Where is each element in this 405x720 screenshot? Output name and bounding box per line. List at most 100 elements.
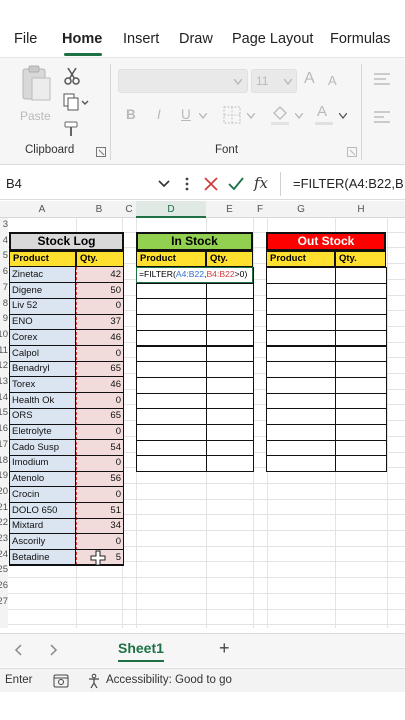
row-header-10[interactable]: 10 — [0, 329, 8, 340]
product-cell[interactable]: Imodium — [9, 456, 76, 470]
out-stock-qty-cell[interactable] — [335, 267, 387, 284]
qty-cell[interactable]: 0 — [76, 394, 124, 408]
in-stock-qty-cell[interactable] — [206, 408, 254, 425]
out-stock-product-cell[interactable] — [266, 329, 336, 347]
product-cell[interactable]: ORS — [9, 409, 76, 423]
out-stock-qty-cell[interactable] — [335, 282, 387, 300]
qty-cell[interactable]: 54 — [76, 441, 124, 455]
qty-cell[interactable]: 65 — [76, 409, 124, 423]
out-stock-product-cell[interactable] — [266, 267, 336, 284]
font-name-dropdown[interactable] — [118, 69, 248, 93]
in-stock-qty-cell[interactable] — [206, 282, 254, 300]
grow-font-button[interactable]: A — [304, 70, 315, 88]
column-header-f[interactable]: F — [253, 201, 267, 218]
bold-button[interactable]: B — [126, 107, 136, 122]
out-stock-qty-cell[interactable] — [335, 439, 387, 457]
qty-cell[interactable]: 34 — [76, 519, 124, 533]
row-header-5[interactable]: 5 — [0, 250, 8, 261]
out-stock-qty-cell[interactable] — [335, 345, 387, 363]
product-cell[interactable]: Corex — [9, 331, 76, 345]
add-sheet-button[interactable]: + — [219, 638, 230, 659]
font-launcher-icon[interactable] — [347, 147, 357, 157]
out-stock-product-cell[interactable] — [266, 424, 336, 441]
row-header-3[interactable]: 3 — [0, 219, 8, 230]
row-header-26[interactable]: 26 — [0, 580, 8, 591]
cancel-icon[interactable] — [203, 176, 219, 192]
out-stock-qty-cell[interactable] — [335, 392, 387, 410]
in-stock-qty-cell[interactable] — [206, 361, 254, 378]
row-header-6[interactable]: 6 — [0, 266, 8, 277]
in-stock-qty-cell[interactable] — [206, 424, 254, 441]
qty-cell[interactable]: 46 — [76, 331, 124, 345]
out-stock-product-cell[interactable] — [266, 282, 336, 300]
copy-icon[interactable] — [63, 93, 89, 111]
clipboard-launcher-icon[interactable] — [96, 147, 106, 157]
qty-cell[interactable]: 0 — [76, 299, 124, 313]
column-header-d[interactable]: D — [136, 201, 206, 218]
column-header-c[interactable]: C — [122, 201, 136, 218]
out-stock-qty-cell[interactable] — [335, 376, 387, 394]
product-cell[interactable]: Atenolo — [9, 472, 76, 486]
row-header-21[interactable]: 21 — [0, 502, 8, 513]
out-stock-qty-cell[interactable] — [335, 329, 387, 347]
in-stock-qty-cell[interactable] — [206, 329, 254, 347]
cut-icon[interactable] — [63, 66, 81, 86]
product-cell[interactable]: Torex — [9, 378, 76, 392]
qty-cell[interactable]: 50 — [76, 284, 124, 298]
in-stock-product-cell[interactable] — [136, 439, 207, 457]
align-top-icon[interactable] — [372, 72, 392, 86]
in-stock-product-cell[interactable] — [136, 314, 207, 331]
out-stock-qty-cell[interactable] — [335, 361, 387, 378]
macro-record-icon[interactable] — [53, 674, 69, 688]
in-stock-qty-cell[interactable] — [206, 439, 254, 457]
product-cell[interactable]: Ascorily — [9, 535, 76, 549]
column-header-g[interactable]: G — [267, 201, 335, 218]
sheet-tab-sheet1[interactable]: Sheet1 — [110, 634, 172, 664]
out-stock-product-cell[interactable] — [266, 408, 336, 425]
accessibility-icon[interactable] — [86, 673, 102, 689]
name-box[interactable]: B4 — [0, 168, 176, 200]
product-cell[interactable]: Zinetac — [9, 268, 76, 282]
product-cell[interactable]: ENO — [9, 315, 76, 329]
product-cell[interactable]: Calpol — [9, 347, 76, 361]
font-size-dropdown[interactable]: 11 — [251, 69, 297, 93]
row-header-8[interactable]: 8 — [0, 298, 8, 309]
tab-insert[interactable]: Insert — [123, 31, 159, 47]
column-header-b[interactable]: B — [76, 201, 122, 218]
in-stock-qty-cell[interactable] — [206, 392, 254, 410]
scroll-right-icon[interactable] — [48, 644, 58, 656]
accessibility-status[interactable]: Accessibility: Good to go — [106, 674, 232, 686]
in-stock-qty-cell[interactable] — [206, 376, 254, 394]
row-header-17[interactable]: 17 — [0, 439, 8, 450]
qty-cell[interactable]: 51 — [76, 504, 124, 518]
row-header-4[interactable]: 4 — [0, 235, 8, 246]
out-stock-qty-cell[interactable] — [335, 298, 387, 316]
row-header-14[interactable]: 14 — [0, 392, 8, 403]
borders-icon[interactable] — [223, 106, 241, 124]
qty-cell[interactable]: 65 — [76, 362, 124, 376]
column-header-h[interactable]: H — [335, 201, 387, 218]
in-stock-qty-cell[interactable] — [206, 455, 254, 473]
qty-cell[interactable]: 0 — [76, 425, 124, 439]
in-stock-product-cell[interactable] — [136, 392, 207, 410]
out-stock-product-cell[interactable] — [266, 455, 336, 473]
align-left-icon[interactable] — [372, 110, 392, 124]
qty-cell[interactable]: 0 — [76, 535, 124, 549]
in-stock-product-cell[interactable] — [136, 345, 207, 363]
qty-cell[interactable]: 0 — [76, 347, 124, 361]
underline-button[interactable]: U — [181, 107, 191, 122]
font-color-button[interactable]: A — [314, 103, 334, 127]
in-stock-qty-cell[interactable] — [206, 314, 254, 331]
fill-color-icon[interactable] — [270, 104, 290, 126]
row-header-19[interactable]: 19 — [0, 470, 8, 481]
product-cell[interactable]: Liv 52 — [9, 299, 76, 313]
row-header-22[interactable]: 22 — [0, 517, 8, 528]
row-header-25[interactable]: 25 — [0, 564, 8, 575]
out-stock-qty-cell[interactable] — [335, 424, 387, 441]
in-stock-qty-cell[interactable] — [206, 345, 254, 363]
tab-home[interactable]: Home — [62, 31, 102, 47]
in-stock-product-cell[interactable] — [136, 282, 207, 300]
out-stock-product-cell[interactable] — [266, 314, 336, 331]
more-options-icon[interactable] — [185, 177, 189, 191]
product-cell[interactable]: Digene — [9, 284, 76, 298]
